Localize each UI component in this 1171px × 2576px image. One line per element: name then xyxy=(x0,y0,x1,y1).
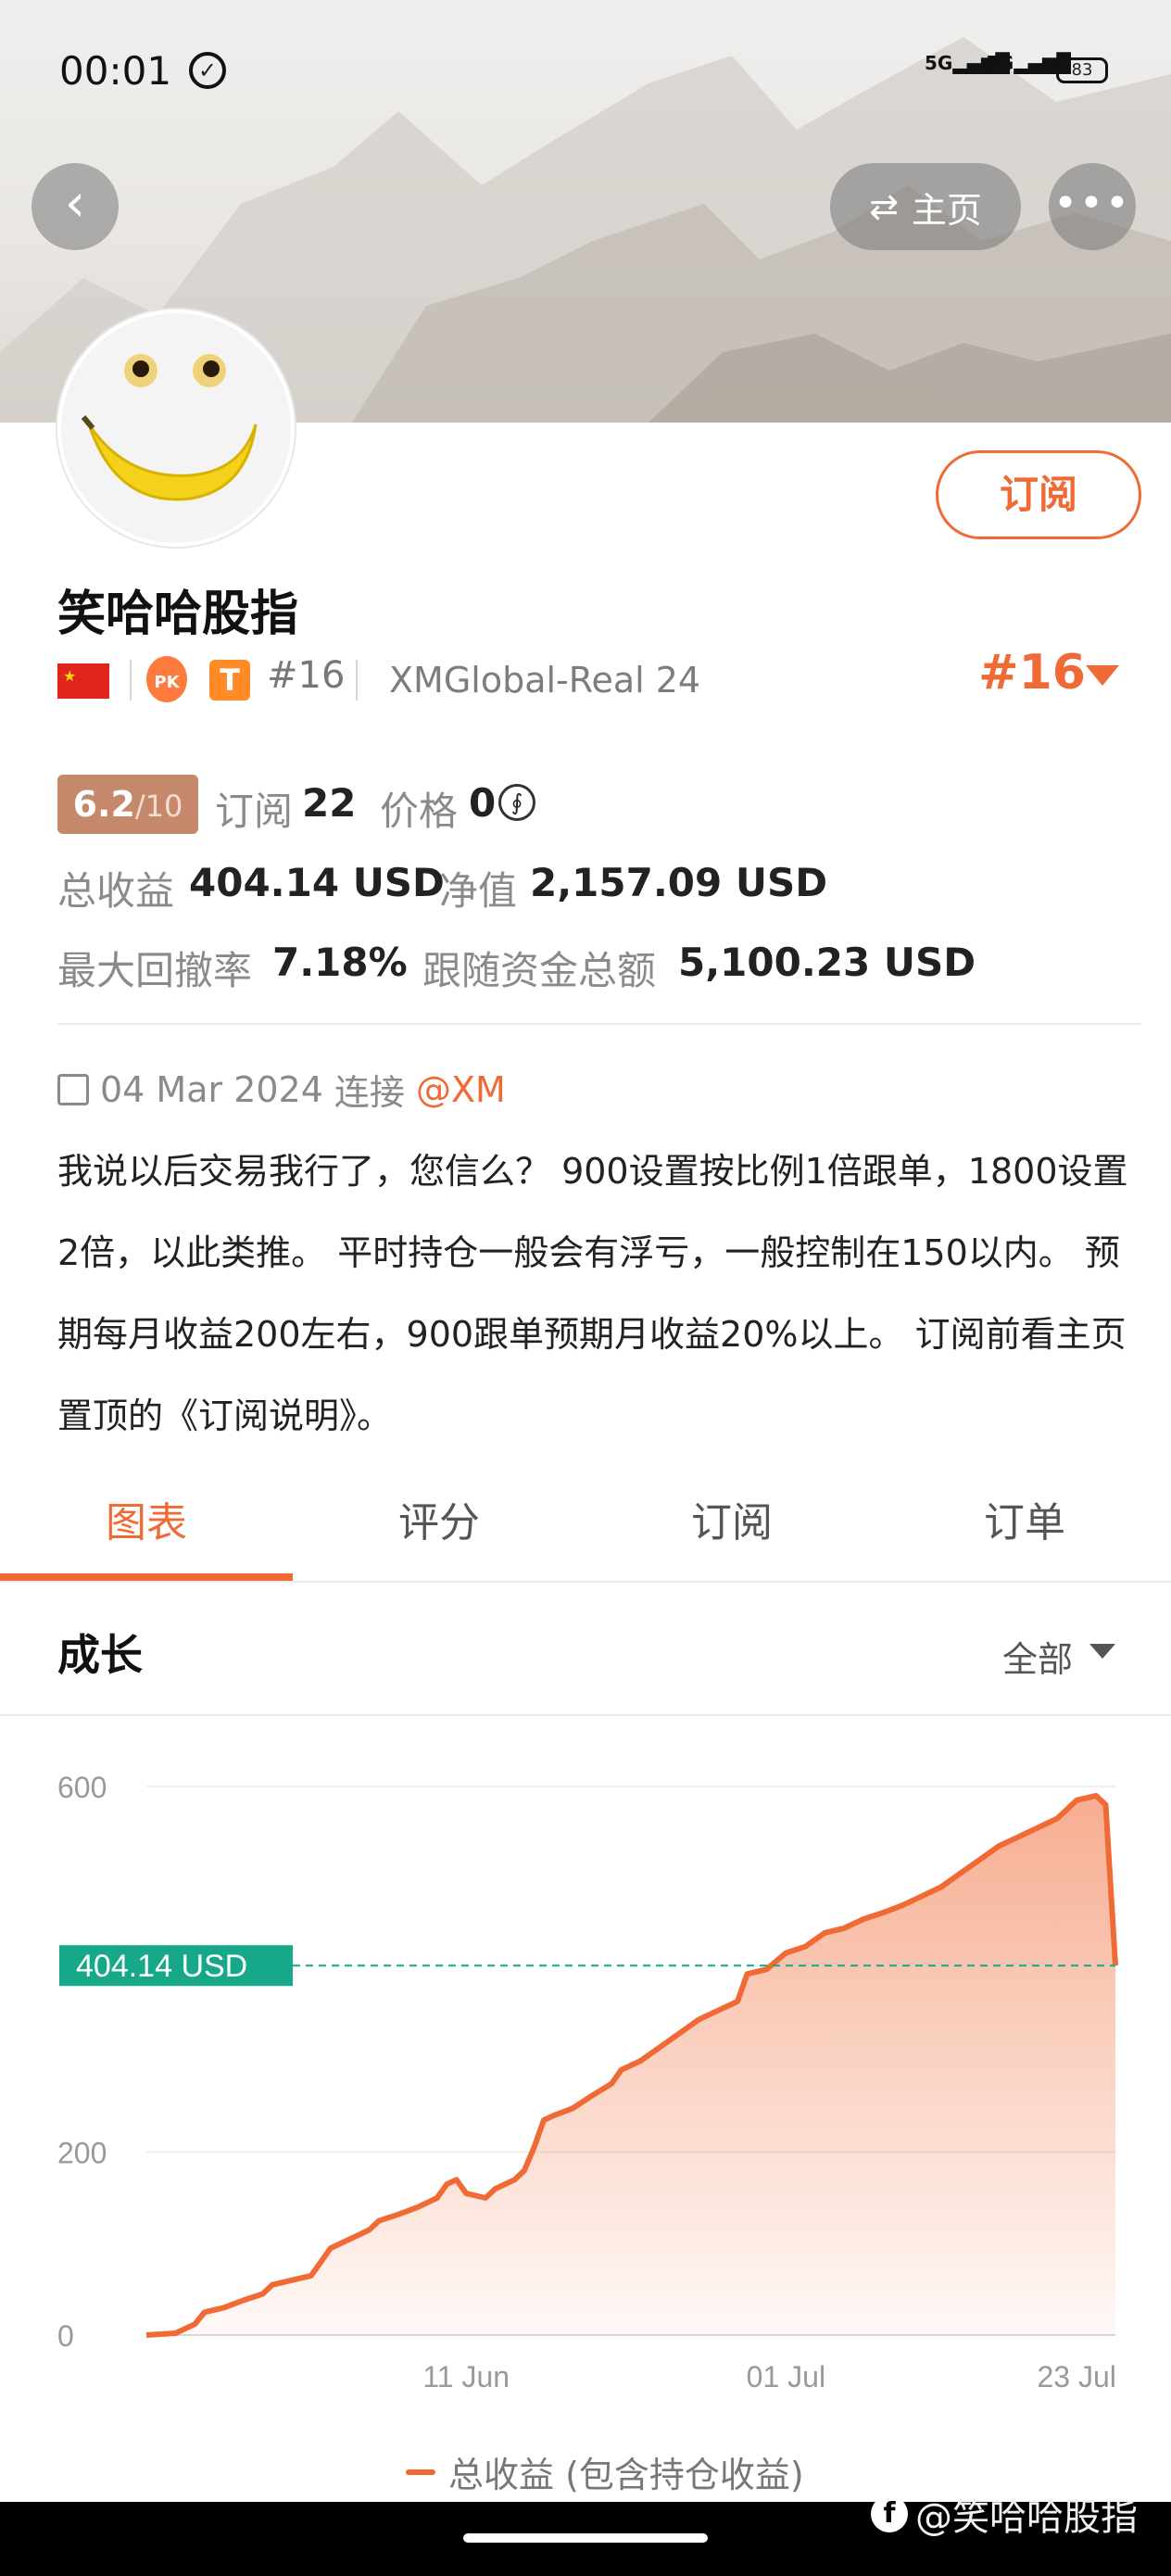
current-value-label: 404.14 USD xyxy=(76,1949,247,1984)
growth-chart[interactable]: 0 200 600 11 Jun 01 Jul 23 Jul 404.14 USD xyxy=(0,1724,1171,2428)
divider xyxy=(130,660,132,701)
home-indicator[interactable] xyxy=(463,2533,708,2543)
subscribe-count-label: 订阅 xyxy=(215,789,294,834)
divider xyxy=(356,660,358,701)
tab-rating[interactable]: 评分 xyxy=(293,1486,586,1560)
t-badge-icon: T xyxy=(209,660,250,701)
broker-link[interactable]: @XM xyxy=(416,1069,506,1110)
battery-icon: 83 xyxy=(1056,57,1108,83)
coin-icon: ∮ xyxy=(498,784,535,821)
divider xyxy=(0,1714,1171,1716)
net-value-label: 净值 xyxy=(439,868,518,914)
total-profit-value: 404.14 USD xyxy=(189,860,445,905)
watermark: f @笑哈哈股指 xyxy=(871,2487,1138,2541)
x-tick-label: 11 Jun xyxy=(422,2360,510,2393)
y-tick-label: 200 xyxy=(57,2137,107,2170)
strategy-description: 我说以后交易我行了，您信么？ 900设置按比例1倍跟单，1800设置2倍，以此类… xyxy=(57,1151,1128,1436)
price-label: 价格 xyxy=(380,789,459,834)
divider xyxy=(0,1581,1171,1583)
tab-orders[interactable]: 订单 xyxy=(878,1486,1171,1560)
section-title: 成长 xyxy=(57,1630,143,1680)
caret-down-icon[interactable] xyxy=(1086,665,1119,686)
divider xyxy=(57,1023,1141,1025)
total-profit-label: 总收益 xyxy=(57,868,175,914)
score-max: /10 xyxy=(134,789,183,824)
max-drawdown-value: 7.18% xyxy=(272,940,408,985)
more-button[interactable]: ••• xyxy=(1049,163,1136,250)
back-button[interactable]: ‹ xyxy=(31,163,119,250)
score-value: 6.2 xyxy=(72,784,135,825)
connect-row: 04 Mar 2024 连接 @XM xyxy=(57,1064,506,1115)
broker-name: XMGlobal-Real 24 xyxy=(389,660,701,701)
banana-face-image xyxy=(81,354,258,501)
subscribe-count: 22 xyxy=(302,780,357,826)
tab-bar: 图表 评分 订阅 订单 xyxy=(0,1486,1171,1583)
follow-funds-value: 5,100.23 USD xyxy=(678,940,976,985)
legend-swatch xyxy=(406,2469,435,2475)
rank-small: #16 xyxy=(267,654,346,697)
more-dots-icon: ••• xyxy=(1053,180,1131,227)
home-button-label: 主页 xyxy=(911,189,982,231)
subscribe-button[interactable]: 订阅 xyxy=(936,450,1141,539)
rank-dropdown[interactable]: #16 xyxy=(978,645,1086,701)
caret-down-icon[interactable] xyxy=(1089,1644,1115,1659)
status-time: 00:01 xyxy=(59,48,172,94)
connect-date: 04 Mar 2024 xyxy=(100,1068,323,1110)
tab-subscription[interactable]: 订阅 xyxy=(586,1486,878,1560)
y-tick-label: 600 xyxy=(57,1771,107,1804)
china-flag-icon: ★ xyxy=(57,663,109,699)
chevron-left-icon: ‹ xyxy=(64,173,86,234)
weibo-logo-icon: f xyxy=(871,2495,908,2532)
x-tick-label: 01 Jul xyxy=(747,2360,825,2393)
calendar-icon xyxy=(57,1073,89,1105)
score-badge: 6.2/10 xyxy=(57,775,198,834)
price-value: 0 xyxy=(469,780,497,826)
chart-legend: 总收益 (包含持仓收益) xyxy=(406,2446,804,2497)
follow-funds-label: 跟随资金总额 xyxy=(422,948,657,993)
y-tick-label: 0 xyxy=(57,2319,74,2353)
net-value-value: 2,157.09 USD xyxy=(530,860,828,905)
pk-badge-icon: PK xyxy=(146,656,187,702)
page-title: 笑哈哈股指 xyxy=(57,587,299,642)
avatar[interactable] xyxy=(57,309,295,547)
watermark-text: @笑哈哈股指 xyxy=(915,2496,1138,2539)
swap-icon: ⇄ xyxy=(869,186,899,227)
legend-label: 总收益 (包含持仓收益) xyxy=(448,2455,804,2495)
check-icon: ✓ xyxy=(189,52,226,89)
active-tab-indicator xyxy=(0,1573,293,1581)
connect-label: 连接 xyxy=(334,1072,405,1113)
x-tick-label: 23 Jul xyxy=(1037,2360,1115,2393)
home-button[interactable]: ⇄ 主页 xyxy=(830,163,1021,250)
range-filter[interactable]: 全部 xyxy=(1002,1631,1073,1682)
max-drawdown-label: 最大回撤率 xyxy=(57,948,253,993)
tab-chart[interactable]: 图表 xyxy=(0,1486,293,1560)
